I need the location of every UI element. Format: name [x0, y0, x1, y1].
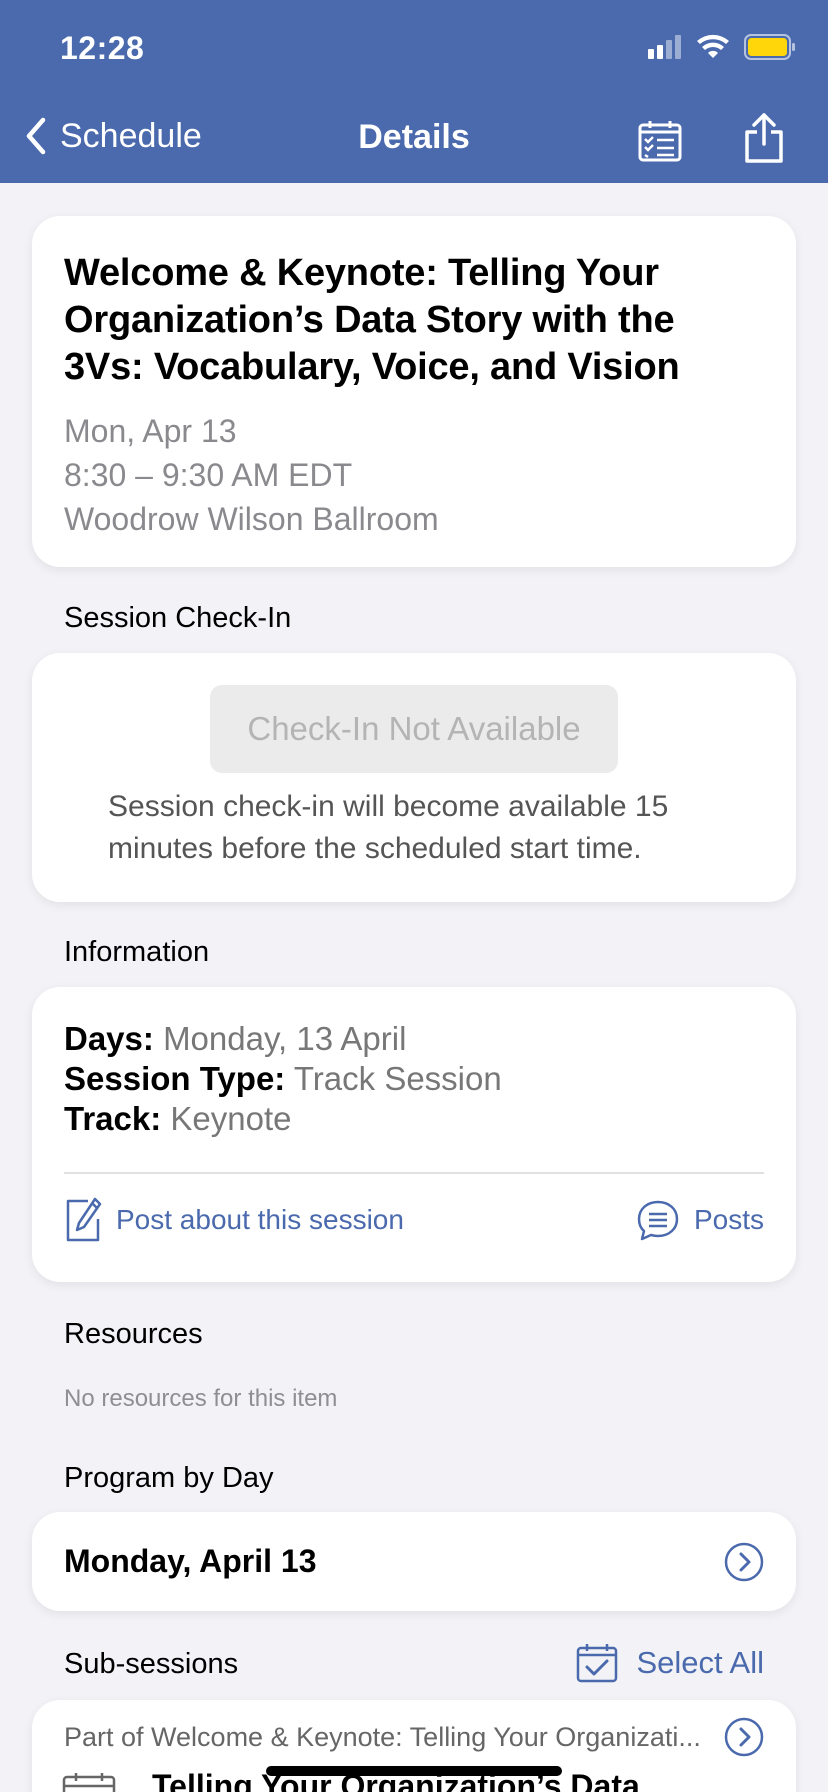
subsession-card[interactable]: Part of Welcome & Keynote: Telling Your … [32, 1700, 796, 1792]
info-row-track: Track: Keynote [64, 1099, 764, 1139]
section-label-resources: Resources [64, 1318, 203, 1350]
chat-bubble-icon [637, 1200, 679, 1241]
posts-button[interactable]: Posts [636, 1199, 764, 1241]
program-day-row[interactable]: Monday, April 13 [32, 1512, 796, 1611]
select-all-button[interactable]: Select All [576, 1643, 764, 1683]
navigation-bar: 12:28 Schedule Details [0, 0, 828, 183]
checkin-note: Session check-in will become available 1… [108, 790, 669, 865]
checkin-card: Check-In Not Available Session check-in … [32, 653, 796, 902]
info-value: Keynote [170, 1100, 292, 1137]
info-row-days: Days: Monday, 13 April [64, 1019, 764, 1059]
session-header-card: Welcome & Keynote: Telling Your Organiza… [32, 216, 796, 567]
back-button[interactable]: Schedule [24, 116, 202, 156]
info-value: Track Session [293, 1060, 502, 1097]
session-title: Welcome & Keynote: Telling Your Organiza… [64, 252, 680, 388]
session-date: Mon, Apr 13 [64, 413, 237, 449]
program-day-label: Monday, April 13 [64, 1543, 317, 1579]
home-indicator [266, 1766, 562, 1776]
posts-label: Posts [693, 1204, 764, 1235]
info-row-session-type: Session Type: Track Session [64, 1059, 764, 1099]
chevron-left-icon [26, 117, 46, 155]
post-about-session-label: Post about this session [116, 1204, 404, 1235]
select-all-label: Select All [636, 1645, 764, 1680]
chevron-right-circle-icon [724, 1542, 764, 1581]
section-label-program-by-day: Program by Day [64, 1462, 274, 1494]
info-key: Track: [64, 1100, 162, 1137]
calendar-list-icon [638, 121, 682, 162]
section-label-subsessions: Sub-sessions [64, 1648, 239, 1680]
session-meta: Mon, Apr 13 8:30 – 9:30 AM EDT Woodrow W… [64, 409, 764, 541]
post-about-session-button[interactable]: Post about this session [64, 1197, 404, 1243]
status-time: 12:28 [60, 30, 145, 66]
information-card: Days: Monday, 13 April Session Type: Tra… [32, 987, 796, 1282]
session-location: Woodrow Wilson Ballroom [64, 501, 439, 537]
chevron-right-circle-icon [724, 1717, 764, 1757]
section-label-checkin: Session Check-In [64, 602, 292, 634]
divider [64, 1172, 764, 1174]
compose-icon [66, 1197, 102, 1242]
add-to-schedule-button[interactable] [638, 120, 682, 167]
status-icons [648, 34, 796, 60]
calendar-check-icon [577, 1644, 618, 1683]
battery-icon [744, 34, 795, 60]
checkin-button[interactable]: Check-In Not Available [210, 685, 618, 773]
share-button[interactable] [743, 112, 785, 169]
share-icon [745, 113, 783, 163]
info-key: Days: [64, 1020, 154, 1057]
cellular-signal-icon [648, 35, 681, 59]
info-key: Session Type: [64, 1060, 286, 1097]
back-button-label: Schedule [60, 116, 202, 155]
section-label-information: Information [64, 936, 210, 968]
info-value: Monday, 13 April [163, 1020, 407, 1057]
wifi-icon [697, 34, 729, 58]
info-actions: Post about this session Posts [64, 1195, 764, 1245]
no-resources-text: No resources for this item [64, 1385, 338, 1412]
subsession-parent-text: Part of Welcome & Keynote: Telling Your … [64, 1722, 701, 1752]
session-time: 8:30 – 9:30 AM EDT [64, 457, 353, 493]
calendar-add-icon[interactable] [62, 1772, 118, 1792]
